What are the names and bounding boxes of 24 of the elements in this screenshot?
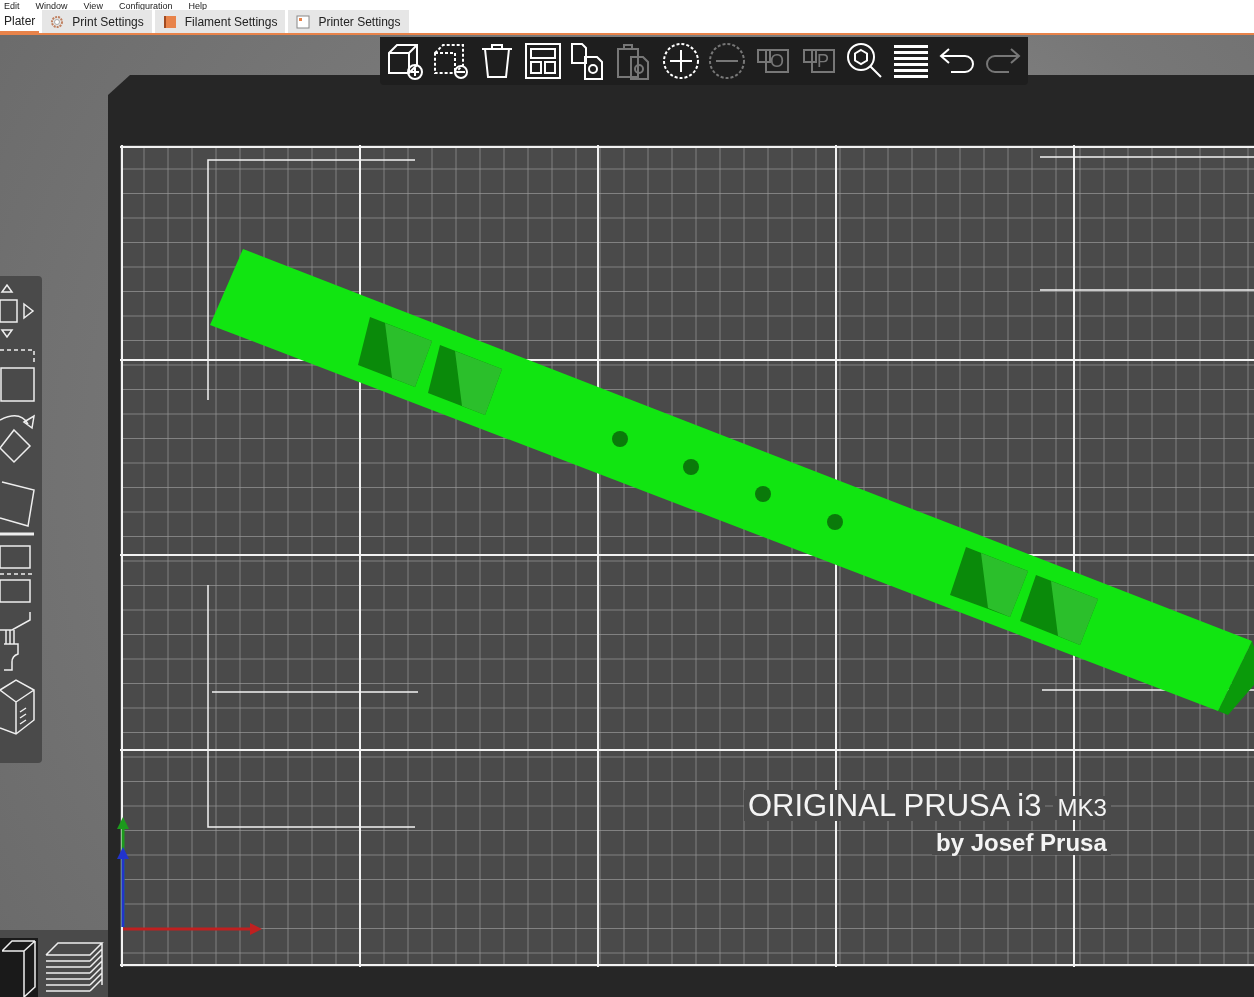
dashed-cube-icon (431, 41, 471, 81)
tab[interactable]: Filament Settings (154, 10, 286, 33)
window-icon (296, 14, 311, 29)
menu-item[interactable]: Configuration (118, 1, 173, 12)
toolbar-button[interactable] (660, 40, 702, 82)
tilted-square-icon[interactable] (0, 478, 38, 538)
plus-circle-icon (661, 41, 701, 81)
tab[interactable]: Print Settings (42, 10, 152, 33)
menu-item[interactable]: Window (35, 1, 68, 12)
gear-icon (50, 14, 65, 29)
add-cube-icon (385, 41, 425, 81)
view-button[interactable] (0, 938, 38, 997)
arrange-icon (523, 41, 563, 81)
bed-logo-model: MK3 (1053, 796, 1111, 820)
menu-item[interactable]: View (83, 1, 103, 12)
cube-icon (2, 939, 36, 997)
tab[interactable]: Printer Settings (288, 10, 409, 33)
bed-logo-title: ORIGINAL PRUSA i3 (744, 790, 1046, 821)
toolbar-button[interactable] (522, 40, 564, 82)
minus-circle-icon (707, 41, 747, 81)
spool-icon (162, 14, 177, 29)
menu-item[interactable]: Edit (4, 1, 20, 12)
menu-item[interactable]: Help (188, 1, 207, 12)
bed-logo-maker: by Josef Prusa (932, 831, 1111, 855)
